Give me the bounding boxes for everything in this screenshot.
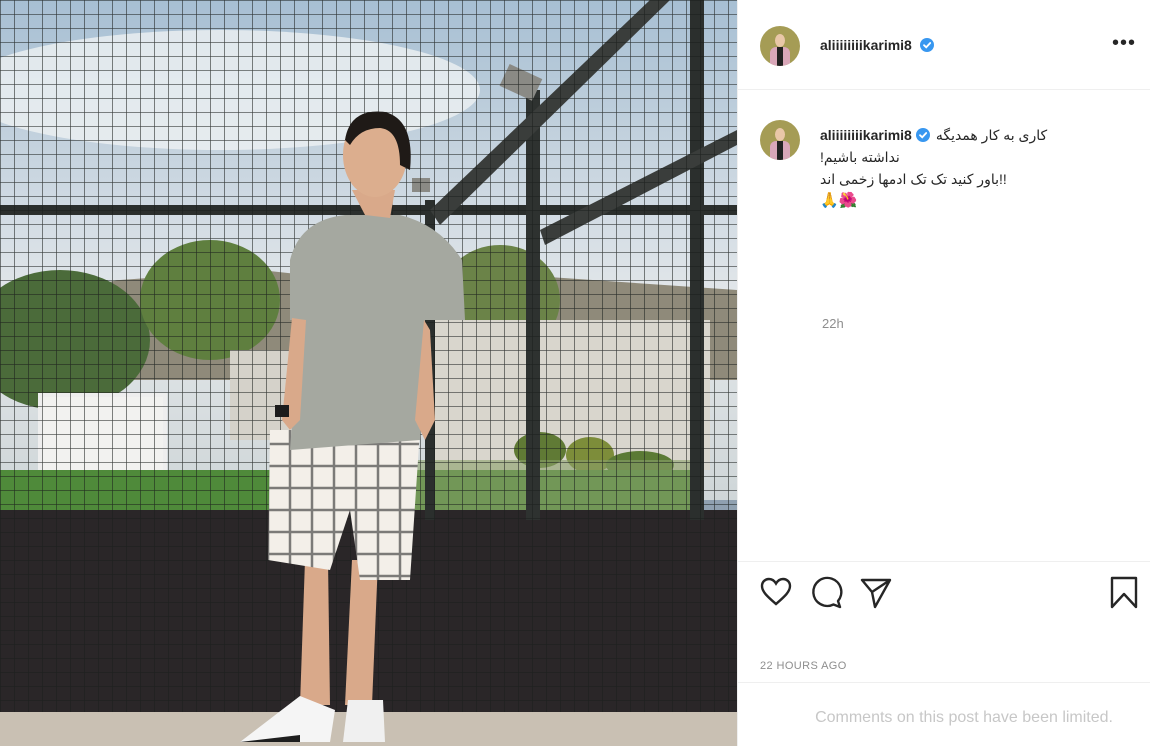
- caption-author-avatar[interactable]: [760, 120, 800, 160]
- caption-section: aliiiiiiiikarimi8 کاری به کار همدیگه !ندا…: [738, 90, 1150, 562]
- action-bar: [738, 574, 1150, 614]
- caption-username[interactable]: aliiiiiiiikarimi8: [820, 127, 912, 143]
- avatar-shirt: [777, 47, 783, 66]
- share-icon[interactable]: [858, 574, 894, 610]
- author-username-link[interactable]: aliiiiiiiikarimi8: [820, 37, 934, 53]
- more-options-icon[interactable]: •••: [1112, 33, 1136, 56]
- post-sidebar: aliiiiiiiikarimi8 ••• aliiiiiiiikarimi8 ک…: [737, 0, 1150, 746]
- verified-badge-icon: [915, 128, 930, 142]
- caption-line-2: !نداشته باشیم: [820, 149, 900, 165]
- avatar-shirt: [777, 141, 783, 160]
- caption-line-1: کاری به کار همدیگه: [935, 127, 1048, 143]
- author-avatar[interactable]: [760, 26, 800, 66]
- comments-limited-notice: Comments on this post have been limited.: [738, 682, 1150, 746]
- caption-line-3: باور کنید تک تک ادمها زخمی اند!!: [820, 171, 1007, 187]
- avatar-face: [775, 128, 785, 141]
- author-username: aliiiiiiiikarimi8: [820, 37, 912, 53]
- caption-age[interactable]: 22h: [822, 316, 844, 331]
- post-timestamp[interactable]: 22 HOURS AGO: [760, 660, 847, 672]
- verified-badge-icon: [919, 38, 934, 52]
- heart-icon[interactable]: [758, 574, 794, 610]
- caption-head: aliiiiiiiikarimi8 کاری به کار همدیگه: [820, 124, 1130, 146]
- post-photo-image: [0, 0, 737, 746]
- comment-icon[interactable]: [808, 574, 844, 610]
- post-photo[interactable]: [0, 0, 737, 746]
- bookmark-icon[interactable]: [1106, 574, 1142, 610]
- avatar-face: [775, 34, 785, 47]
- caption-emoji: 🙏🌺: [820, 192, 858, 209]
- post-header: aliiiiiiiikarimi8 •••: [738, 0, 1150, 90]
- caption-text: aliiiiiiiikarimi8 کاری به کار همدیگه !ندا…: [820, 124, 1130, 212]
